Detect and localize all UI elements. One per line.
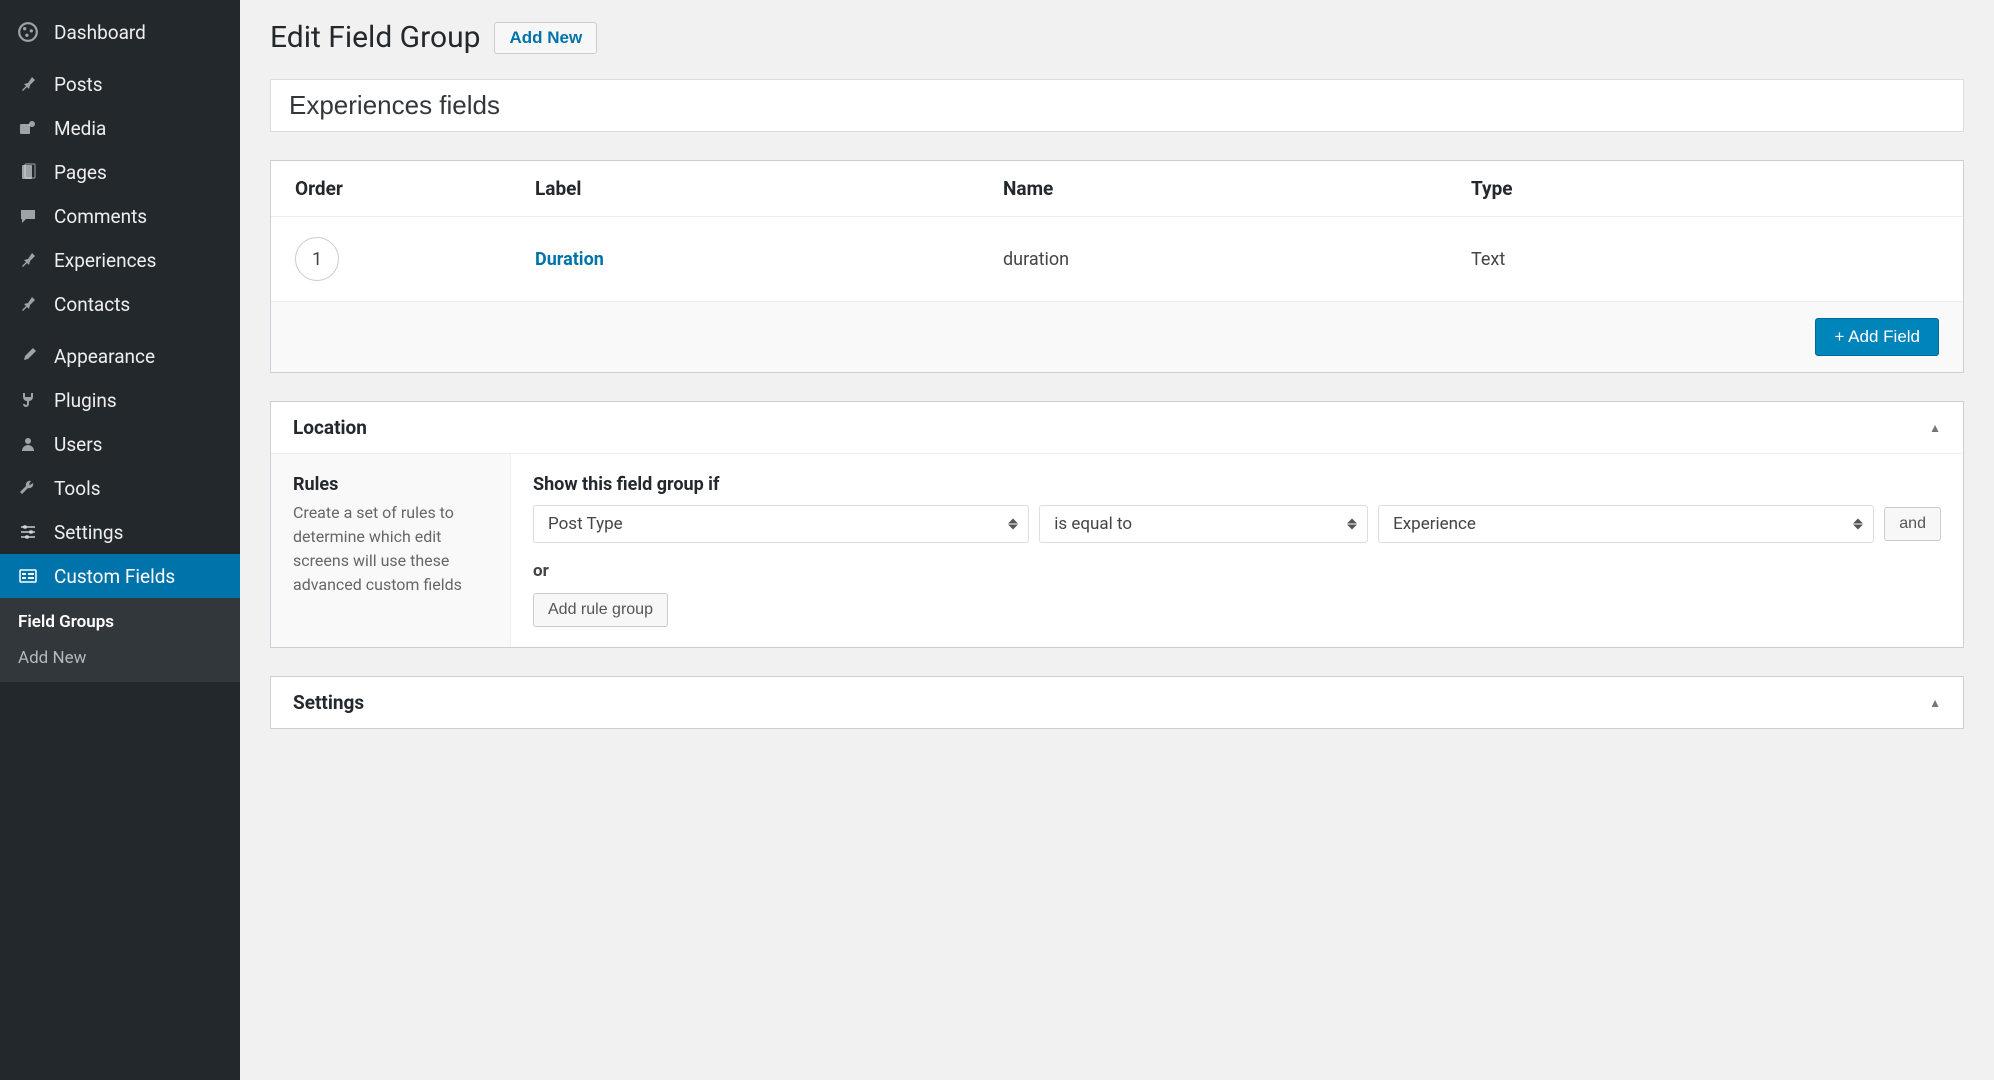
sidebar-item-posts[interactable]: Posts (0, 62, 240, 106)
col-type: Type (1471, 177, 1939, 200)
brush-icon (16, 344, 40, 368)
location-title: Location (293, 416, 367, 439)
sidebar-item-label: Plugins (54, 389, 117, 412)
submenu-item-field-groups[interactable]: Field Groups (0, 604, 240, 640)
sidebar-item-label: Tools (54, 477, 101, 500)
rule-operator-select[interactable]: is equal to (1039, 505, 1368, 543)
rule-value-select[interactable]: Experience (1378, 505, 1874, 543)
field-label-link[interactable]: Duration (535, 249, 604, 270)
panel-toggle[interactable]: ▲ (1929, 696, 1941, 710)
sidebar-item-label: Media (54, 117, 106, 140)
caret-icon (1347, 519, 1357, 530)
wrench-icon (16, 476, 40, 500)
sidebar-item-appearance[interactable]: Appearance (0, 334, 240, 378)
pin-icon (16, 292, 40, 316)
col-name: Name (1003, 177, 1471, 200)
admin-sidebar: Dashboard Posts Media Pages Comments Exp… (0, 0, 240, 1080)
sidebar-item-custom-fields[interactable]: Custom Fields (0, 554, 240, 598)
rule-and-button[interactable]: and (1884, 507, 1941, 541)
sidebar-item-label: Appearance (54, 345, 155, 368)
location-panel: Location ▲ Rules Create a set of rules t… (270, 401, 1964, 648)
add-field-button[interactable]: + Add Field (1815, 318, 1939, 356)
main-content: Edit Field Group Add New Order Label Nam… (240, 0, 1994, 1080)
sidebar-item-label: Posts (54, 73, 103, 96)
sidebar-item-pages[interactable]: Pages (0, 150, 240, 194)
fields-table: Order Label Name Type 1 Duration duratio… (270, 160, 1964, 373)
submenu-item-add-new[interactable]: Add New (0, 640, 240, 676)
group-title-input[interactable] (270, 79, 1964, 132)
sidebar-item-label: Dashboard (54, 21, 146, 44)
col-label: Label (535, 177, 1003, 200)
sliders-icon (16, 520, 40, 544)
sidebar-item-settings[interactable]: Settings (0, 510, 240, 554)
sidebar-item-label: Contacts (54, 293, 130, 316)
user-icon (16, 432, 40, 456)
panel-toggle[interactable]: ▲ (1929, 421, 1941, 435)
add-rule-group-button[interactable]: Add rule group (533, 593, 668, 627)
sidebar-item-label: Settings (54, 521, 123, 544)
col-order: Order (295, 177, 535, 200)
order-badge: 1 (295, 237, 339, 281)
settings-panel: Settings ▲ (270, 676, 1964, 729)
sidebar-item-label: Custom Fields (54, 565, 175, 588)
sidebar-item-dashboard[interactable]: Dashboard (0, 10, 240, 54)
sidebar-item-label: Comments (54, 205, 147, 228)
sidebar-item-comments[interactable]: Comments (0, 194, 240, 238)
sidebar-item-users[interactable]: Users (0, 422, 240, 466)
settings-title: Settings (293, 691, 364, 714)
field-type: Text (1471, 249, 1939, 270)
sidebar-item-label: Users (54, 433, 102, 456)
show-if-label: Show this field group if (533, 474, 1941, 495)
sidebar-item-tools[interactable]: Tools (0, 466, 240, 510)
caret-icon (1008, 519, 1018, 530)
sidebar-item-media[interactable]: Media (0, 106, 240, 150)
plug-icon (16, 388, 40, 412)
pages-icon (16, 160, 40, 184)
comment-icon (16, 204, 40, 228)
sidebar-item-label: Experiences (54, 249, 156, 272)
add-new-button[interactable]: Add New (494, 22, 597, 54)
sidebar-item-contacts[interactable]: Contacts (0, 282, 240, 326)
field-name: duration (1003, 249, 1471, 270)
sidebar-item-label: Pages (54, 161, 107, 184)
field-row[interactable]: 1 Duration duration Text (271, 217, 1963, 302)
sidebar-item-experiences[interactable]: Experiences (0, 238, 240, 282)
or-label: or (533, 561, 1941, 581)
rule-param-select[interactable]: Post Type (533, 505, 1029, 543)
caret-icon (1853, 519, 1863, 530)
fields-icon (16, 564, 40, 588)
rules-description: Create a set of rules to determine which… (293, 501, 488, 597)
page-title: Edit Field Group (270, 20, 480, 55)
rules-heading: Rules (293, 474, 488, 495)
pin-icon (16, 72, 40, 96)
sidebar-submenu: Field Groups Add New (0, 598, 240, 682)
media-icon (16, 116, 40, 140)
dashboard-icon (16, 20, 40, 44)
pin-icon (16, 248, 40, 272)
sidebar-item-plugins[interactable]: Plugins (0, 378, 240, 422)
